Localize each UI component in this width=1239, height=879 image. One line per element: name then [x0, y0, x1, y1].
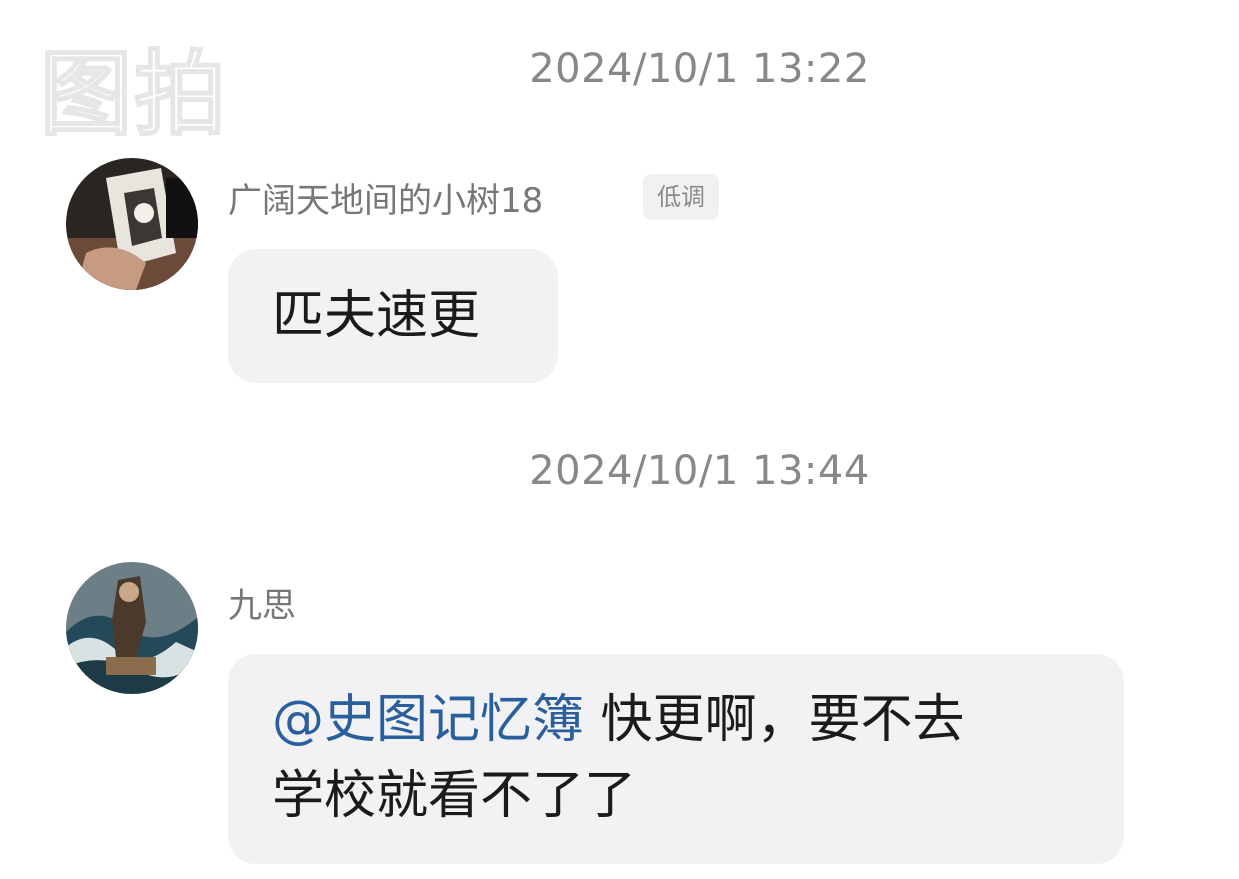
- message-text: 快更啊，要不去: [584, 690, 965, 750]
- message-line: 学校就看不了了: [272, 758, 1080, 834]
- message-timestamp: 2024/10/1 13:22: [529, 46, 870, 92]
- status-badge: 低调: [643, 174, 719, 220]
- sender-name[interactable]: 广阔天地间的小树18: [228, 173, 543, 222]
- avatar[interactable]: [66, 158, 198, 290]
- message-text: 匹夫速更: [272, 286, 481, 346]
- sender-name[interactable]: 九思: [228, 578, 296, 627]
- mention-link[interactable]: @史图记忆簿: [272, 690, 584, 750]
- message-bubble[interactable]: 匹夫速更: [228, 249, 558, 383]
- avatar-image-2: [66, 562, 198, 694]
- chat-screen: 图拍 2024/10/1 13:22 广阔天地间的小树18 低调 匹夫速更 20…: [0, 0, 1239, 879]
- message-bubble[interactable]: @史图记忆簿 快更啊，要不去 学校就看不了了: [228, 654, 1124, 864]
- message-text: 学校就看不了了: [272, 766, 637, 826]
- message-timestamp: 2024/10/1 13:44: [529, 448, 870, 494]
- message-line: @史图记忆簿 快更啊，要不去: [272, 682, 1080, 758]
- avatar[interactable]: [66, 562, 198, 694]
- avatar-image-1: [66, 158, 198, 290]
